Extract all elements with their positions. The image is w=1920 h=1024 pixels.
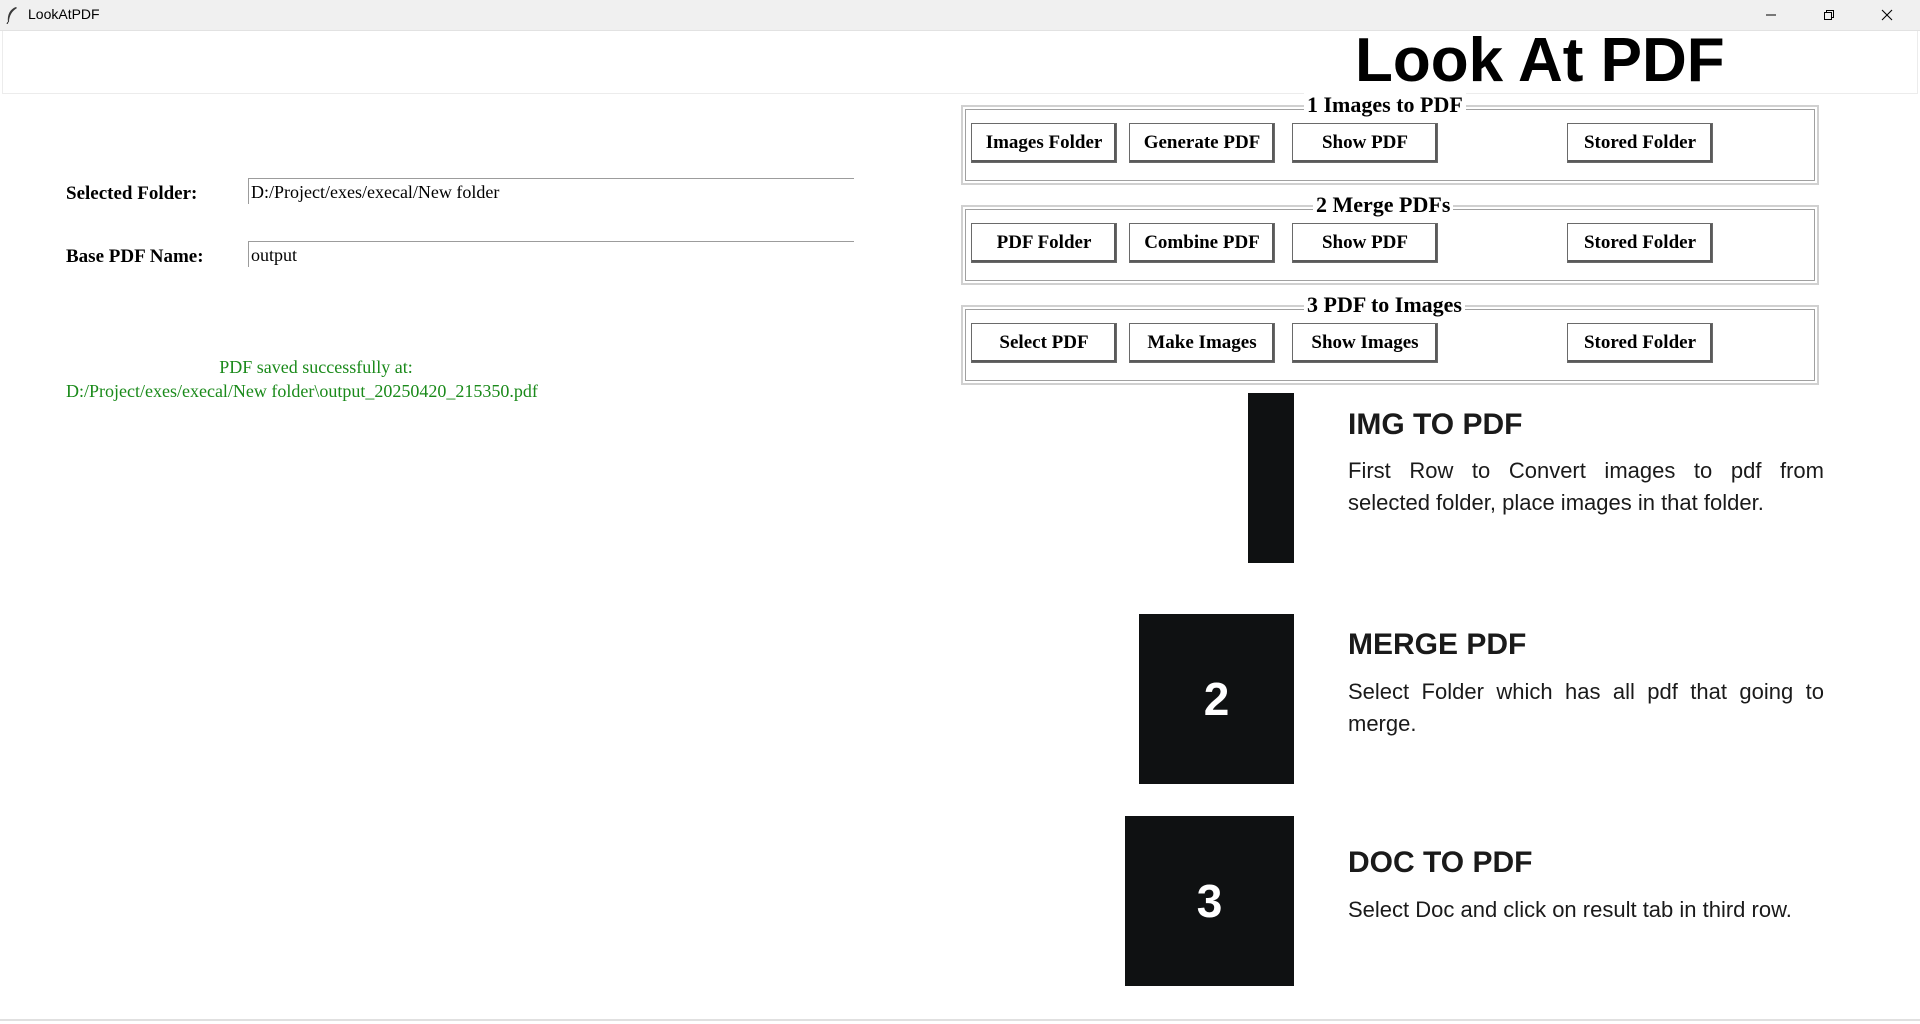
show-pdf-button[interactable]: Show PDF — [1292, 123, 1438, 163]
status-line-2: D:/Project/exes/execal/New folder\output… — [66, 381, 538, 401]
selected-folder-label: Selected Folder: — [66, 183, 198, 204]
selected-folder-field[interactable]: D:/Project/exes/execal/New folder — [248, 178, 854, 204]
window-title: LookAtPDF — [28, 6, 100, 22]
base-pdf-name-label: Base PDF Name: — [66, 246, 204, 267]
doc-to-pdf-description: Select Doc and click on result tab in th… — [1348, 897, 1792, 922]
page-title: Look At PDF — [1355, 26, 1725, 95]
merge-pdf-description: Select Folder which has all pdf that goi… — [1348, 679, 1824, 736]
stored-folder-button[interactable]: Stored Folder — [1567, 223, 1713, 263]
make-images-button[interactable]: Make Images — [1129, 323, 1275, 363]
pdf-folder-button[interactable]: PDF Folder — [971, 223, 1117, 263]
stored-folder-button[interactable]: Stored Folder — [1567, 323, 1713, 363]
doc-to-pdf-heading: DOC TO PDF — [1348, 846, 1533, 879]
minimize-button[interactable] — [1742, 0, 1800, 30]
close-button[interactable] — [1858, 0, 1916, 30]
restore-icon — [1824, 10, 1834, 20]
show-pdf-button[interactable]: Show PDF — [1292, 223, 1438, 263]
img-to-pdf-heading: IMG TO PDF — [1348, 408, 1523, 441]
images-to-pdf-group: 1 Images to PDF Images Folder Generate P… — [961, 93, 1819, 185]
close-icon — [1881, 9, 1893, 21]
merge-pdfs-title: 2 Merge PDFs — [1313, 193, 1454, 217]
combine-pdf-button[interactable]: Combine PDF — [1129, 223, 1275, 263]
merge-pdfs-group: 2 Merge PDFs PDF Folder Combine PDF Show… — [961, 193, 1819, 285]
img-to-pdf-description: First Row to Convert images to pdf from … — [1348, 458, 1824, 515]
select-pdf-button[interactable]: Select PDF — [971, 323, 1117, 363]
pdf-to-images-title: 3 PDF to Images — [1304, 293, 1465, 317]
base-pdf-name-field[interactable]: output — [248, 241, 854, 267]
status-message: PDF saved successfully at: D:/Project/ex… — [66, 355, 566, 403]
step-2-image: 2 — [1139, 614, 1294, 784]
generate-pdf-button[interactable]: Generate PDF — [1129, 123, 1275, 163]
restore-button[interactable] — [1800, 0, 1858, 30]
show-images-button[interactable]: Show Images — [1292, 323, 1438, 363]
window-bottom-border — [0, 1019, 1920, 1021]
merge-pdf-heading: MERGE PDF — [1348, 628, 1527, 661]
minimize-icon — [1766, 14, 1776, 16]
status-line-1: PDF saved successfully at: — [219, 357, 413, 377]
stored-folder-button[interactable]: Stored Folder — [1567, 123, 1713, 163]
step-1-image — [1248, 393, 1294, 563]
step-3-image: 3 — [1125, 816, 1294, 986]
images-to-pdf-title: 1 Images to PDF — [1304, 93, 1466, 117]
pdf-to-images-group: 3 PDF to Images Select PDF Make Images S… — [961, 293, 1819, 385]
images-folder-button[interactable]: Images Folder — [971, 123, 1117, 163]
feather-icon — [6, 7, 17, 24]
